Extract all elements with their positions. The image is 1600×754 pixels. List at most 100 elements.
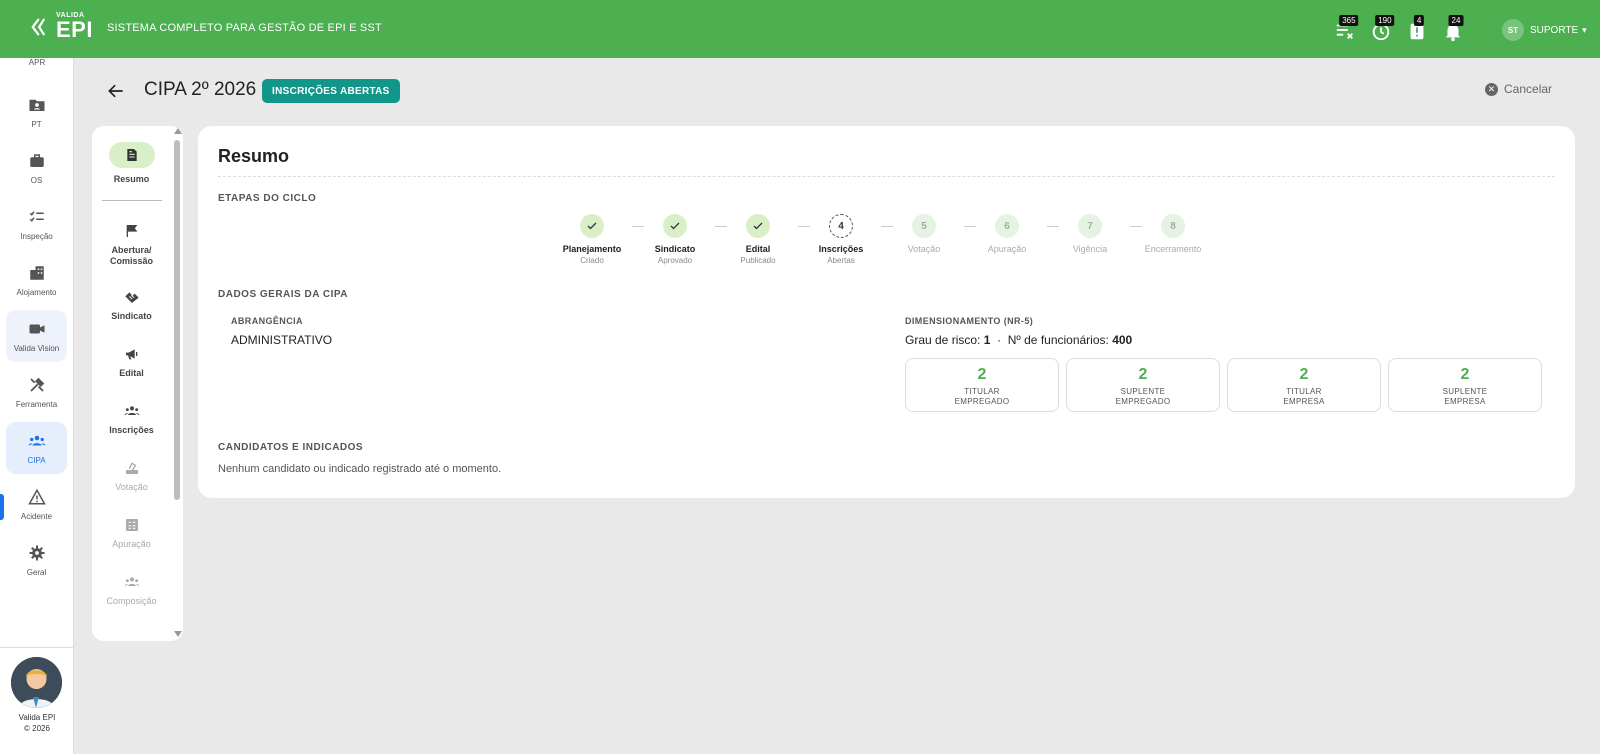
nav-item-alojamento[interactable]: Alojamento [6, 254, 67, 306]
megaphone-icon [125, 349, 137, 360]
user-menu[interactable]: ST SUPORTE ▾ [1502, 19, 1587, 41]
nav-item-os[interactable]: OS [6, 142, 67, 194]
briefcase-icon [29, 153, 44, 167]
nav-footer: Valida EPI © 2026 [0, 647, 74, 754]
page-title: CIPA 2º 2026 [144, 79, 257, 100]
cycle-step-sub: Publicado [740, 256, 776, 265]
panel-divider [102, 200, 162, 201]
risk-value: 1 [983, 333, 991, 347]
nav-label-ferramenta: Ferramenta [15, 399, 58, 409]
cycle-section-label: ETAPAS DO CICLO [218, 193, 317, 204]
sizing-box-line1: TITULAR [1286, 387, 1322, 396]
active-indicator [0, 494, 4, 520]
cycle-step-name: Vigência [1072, 244, 1108, 254]
expired-badge: 365 [1339, 15, 1359, 26]
summary-card: Resumo ETAPAS DO CICLO Planejamento Cria… [198, 126, 1575, 498]
cycle-step-sub: Aprovado [657, 256, 693, 265]
cycle-step-sub: Criado [580, 256, 604, 265]
folder-user-icon [29, 99, 44, 111]
nav-item-apr-partial[interactable]: APR [0, 58, 74, 67]
sizing-box-value: 2 [1138, 366, 1148, 383]
panel-scrollbar[interactable] [174, 140, 180, 500]
sizing-box-value: 2 [977, 366, 987, 383]
cancel-label: Cancelar [1504, 82, 1553, 96]
user-avatar-large[interactable] [11, 657, 62, 708]
sizing-label: DIMENSIONAMENTO (NR-5) [905, 316, 1034, 326]
sizing-box: 2 SUPLENTE EMPRESA [1388, 358, 1542, 412]
warning-icon [27, 488, 46, 504]
user-avatar: ST [1502, 19, 1524, 41]
close-icon: ✕ [1485, 82, 1498, 96]
notification-bell-icon[interactable]: 24 [1442, 15, 1464, 42]
risk-label: Grau de risco: [905, 333, 981, 347]
candidates-section-label: CANDIDATOS E INDICADOS [218, 442, 364, 453]
scroll-up-arrow[interactable] [174, 128, 182, 134]
nav-item-acidente[interactable]: Acidente [6, 478, 67, 530]
alert-doc-badge: 4 [1413, 15, 1425, 26]
nav-label-cipa: CIPA [27, 455, 46, 465]
step-tab-label: Edital [119, 368, 144, 378]
group-icon [28, 435, 45, 445]
scroll-down-arrow[interactable] [174, 631, 182, 637]
scope-label: ABRANGÊNCIA [231, 316, 303, 326]
employees-value: 400 [1112, 333, 1133, 347]
sizing-box-line2: EMPRESA [1444, 397, 1486, 406]
nav-item-cipa[interactable]: CIPA [6, 422, 67, 474]
cycle-step-name: Inscrições [818, 244, 864, 254]
sizing-box-line1: SUPLENTE [1442, 387, 1488, 396]
history-icon[interactable]: 190 [1370, 15, 1395, 42]
check-icon [580, 214, 604, 238]
cycle-step: 7 Vigência [1050, 214, 1130, 254]
step-tab-composicao[interactable]: Composição [92, 574, 171, 607]
step-tab-apuracao[interactable]: Apuração [92, 517, 171, 550]
gear-icon [29, 545, 44, 560]
cycle-step: Sindicato Aprovado [635, 214, 715, 265]
nav-item-valida-vision[interactable]: Valida Vision [6, 310, 67, 362]
cycle-step-name: Edital [745, 244, 771, 254]
sizing-box-line2: EMPREGADO [1115, 397, 1171, 406]
footer-brand: Valida EPI [18, 713, 56, 722]
step-tab-resumo[interactable]: Resumo [92, 142, 171, 185]
nav-label-geral: Geral [26, 567, 47, 577]
flag-icon [126, 225, 137, 237]
employees-label: Nº de funcionários: [1007, 333, 1109, 347]
cycle-step-current: 4 Inscrições Abertas [801, 214, 881, 265]
nav-item-ferramenta[interactable]: Ferramenta [6, 366, 67, 418]
cancel-button[interactable]: ✕ Cancelar [1485, 82, 1552, 96]
step-tab-abertura[interactable]: Abertura/ Comissão [92, 223, 171, 267]
cycle-step: Edital Publicado [718, 214, 798, 265]
cycle-step-number: 7 [1078, 214, 1102, 238]
step-tab-edital[interactable]: Edital [92, 346, 171, 379]
sizing-box: 2 TITULAR EMPRESA [1227, 358, 1381, 412]
cycle-step-number: 4 [829, 214, 853, 238]
scope-value: ADMINISTRATIVO [231, 333, 333, 347]
nav-item-geral[interactable]: Geral [6, 534, 67, 586]
cycle-step-number: 6 [995, 214, 1019, 238]
history-badge: 190 [1375, 15, 1395, 26]
cycle-step: 6 Apuração [967, 214, 1047, 254]
alert-doc-icon[interactable]: 4 [1406, 15, 1428, 42]
step-tab-label: Abertura/ Comissão [109, 245, 153, 266]
cycle-step-name: Planejamento [562, 244, 622, 254]
step-tab-votacao[interactable]: Votação [92, 460, 171, 493]
nav-label-os: OS [30, 175, 43, 185]
expired-list-icon[interactable]: 365 [1334, 15, 1359, 42]
step-tab-sindicato[interactable]: Sindicato [92, 289, 171, 322]
ballot-icon [125, 462, 138, 474]
candidates-empty-message: Nenhum candidato ou indicado registrado … [218, 463, 502, 475]
nav-label-inspecao: Inspeção [20, 231, 53, 241]
user-name: SUPORTE [1530, 24, 1579, 36]
check-icon [663, 214, 687, 238]
cycle-step: Planejamento Criado [552, 214, 632, 265]
chevron-down-icon: ▾ [1582, 24, 1587, 35]
back-arrow-icon[interactable] [106, 81, 126, 101]
app-logo[interactable]: VALIDA EPI [30, 12, 93, 41]
sizing-box-value: 2 [1299, 366, 1309, 383]
step-tab-inscricoes[interactable]: Inscrições [92, 403, 171, 436]
nav-item-inspecao[interactable]: Inspeção [6, 198, 67, 250]
card-title: Resumo [218, 146, 290, 166]
nav-item-pt[interactable]: PT [6, 86, 67, 138]
status-badge: INSCRIÇÕES ABERTAS [262, 79, 400, 103]
nav-label-alojamento: Alojamento [16, 287, 57, 297]
cycle-step-name: Sindicato [654, 244, 696, 254]
